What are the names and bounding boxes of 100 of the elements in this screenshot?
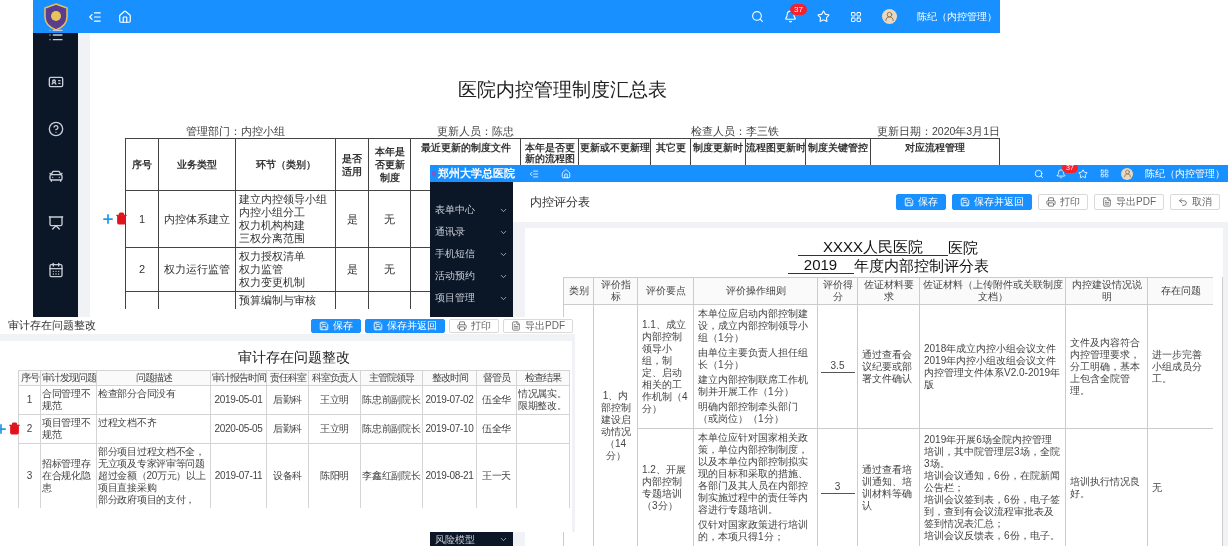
trash-icon[interactable] <box>8 422 21 435</box>
cell-text: 2019年内控小组改组会议文件 <box>924 354 1057 367</box>
table-cell: 2019-08-21 <box>422 443 476 508</box>
page-title: 内控评分表 <box>530 193 590 211</box>
search-icon[interactable] <box>1034 168 1044 179</box>
save-icon <box>319 320 329 331</box>
table-cell: 通过查看会议纪要或部署文件确认 <box>857 304 919 428</box>
table-cell: 王一天 <box>476 443 516 508</box>
empty-cell <box>368 291 410 309</box>
chevron-icon <box>499 535 508 544</box>
table-cell: 2019-07-11 <box>210 443 266 508</box>
menu-item[interactable]: 手机短信 <box>435 243 508 265</box>
toolbar-button[interactable]: 导出PDF <box>503 318 573 333</box>
toolbar-button[interactable]: 导出PDF <box>1094 194 1164 210</box>
score-field[interactable]: 3 <box>820 481 855 494</box>
grid-icon[interactable] <box>850 10 862 23</box>
menu-item[interactable]: 风险模型 <box>435 533 508 546</box>
table-cell: 王立明 <box>308 414 360 443</box>
column-header: 序号 <box>125 138 158 190</box>
column-header: 业务类型 <box>158 138 235 190</box>
table-cell: 无 <box>368 190 410 247</box>
car-icon[interactable] <box>47 168 64 184</box>
cell-text: 培训会议通知，6份，在院新闻公告栏； <box>924 469 1061 494</box>
table-cell: 通过查看培训通知、培训材料等确认 <box>857 428 919 546</box>
cell-text: 权力监管 <box>239 263 283 276</box>
cell-text: 检查部分合同没有 <box>98 388 176 400</box>
column-header: 检查结果 <box>516 370 570 385</box>
column-header: 环节（类别） <box>235 138 335 190</box>
toolbar-button[interactable]: 打印 <box>1038 194 1088 210</box>
column-header: 评价指标 <box>593 277 637 304</box>
table-cell: 设备科 <box>266 443 308 508</box>
menu-item[interactable]: 活动预约 <box>435 265 508 287</box>
table-cell: 是 <box>335 190 368 247</box>
table-cell: 后勤科 <box>266 385 308 414</box>
cell-text: 权力授权清单 <box>239 250 305 263</box>
table-cell: 1.1、成立内部控制领导小组，制定、启动相关的工作机制（4分） <box>637 304 693 428</box>
table-cell: 1 <box>18 385 40 414</box>
table-cell: 2019-07-10 <box>422 414 476 443</box>
table-cell: 后勤科 <box>266 414 308 443</box>
table-cell: 权力运行监管 <box>158 247 235 291</box>
year-field: 2019 <box>787 256 854 274</box>
cell-text: 部分项目过程文档不全，无立项及专家评审等问题 <box>98 446 206 470</box>
save-icon <box>960 197 970 207</box>
table-cell: 伍全华 <box>476 385 516 414</box>
table-cell: 2019-07-02 <box>422 385 476 414</box>
avatar[interactable] <box>1121 167 1133 180</box>
table-cell: 陈忠前副院长 <box>360 414 422 443</box>
presentation-icon[interactable] <box>47 215 64 231</box>
cell-text: 建立内部控制联席工作机制并开展工作（1分） <box>698 374 809 398</box>
grid-icon[interactable] <box>1100 169 1109 178</box>
column-header: 责任科室 <box>266 370 308 385</box>
cell-text: 权力变更机制 <box>239 276 305 289</box>
cell-text: 由单位主要负责人担任组长（1分） <box>698 347 809 371</box>
notification-badge: 37 <box>790 4 807 15</box>
list-icon[interactable] <box>47 27 64 43</box>
column-header: 类别 <box>563 277 593 304</box>
printer-icon <box>457 320 467 331</box>
page-title: 审计存在问题整改 <box>8 318 96 333</box>
table-cell: 是 <box>335 247 368 291</box>
column-header: 整改时间 <box>422 370 476 385</box>
help-icon[interactable] <box>47 121 64 137</box>
search-icon[interactable] <box>751 10 764 23</box>
menu-item[interactable]: 通讯录 <box>435 221 508 243</box>
menu-item[interactable]: 项目管理 <box>435 287 508 309</box>
save-icon <box>904 197 914 207</box>
column-header: 存在问题 <box>1147 277 1213 304</box>
cell-text: 内控小组分工 <box>239 206 305 219</box>
bell-icon[interactable] <box>784 10 797 23</box>
calendar-icon[interactable] <box>47 262 64 278</box>
cell-text: 明确内部控制牵头部门（或岗位）（1分） <box>698 401 799 425</box>
table-cell: 项目管理不规范 <box>40 414 96 443</box>
table-cell: 李鑫红副院长 <box>360 443 422 508</box>
toolbar-button[interactable]: 取消 <box>1170 194 1220 210</box>
column-header: 督管员 <box>476 370 516 385</box>
column-header: 审计报告时间 <box>210 370 266 385</box>
table-cell: 2019-05-01 <box>210 385 266 414</box>
cell-text: 预算编制与审核 <box>239 294 316 307</box>
star-icon[interactable] <box>1078 168 1088 179</box>
home-icon[interactable] <box>561 168 571 179</box>
table-cell: 进一步完善小组成员分工。 <box>1147 304 1213 428</box>
id-card-icon[interactable] <box>47 74 64 90</box>
avatar[interactable] <box>882 9 897 24</box>
trash-icon[interactable] <box>115 212 128 225</box>
cell-text: 2019年开展6场全院内控管理培训，其中院管理层3场，全院3场。 <box>924 433 1061 470</box>
column-header: 佐证材料（上传附件或关联制度文档） <box>919 277 1065 304</box>
bell-icon[interactable] <box>1056 168 1066 179</box>
menu-icon[interactable] <box>529 168 539 179</box>
table-cell: 伍全华 <box>476 414 516 443</box>
menu-item[interactable]: 表单中心 <box>435 199 508 221</box>
empty-cell <box>125 291 158 309</box>
cell-text: 建立内控领导小组 <box>239 193 327 206</box>
home-icon[interactable] <box>118 9 132 24</box>
table-cell: 陈忠前副院长 <box>360 385 422 414</box>
score-field[interactable]: 3.5 <box>820 360 855 373</box>
toolbar-button[interactable]: 打印 <box>449 318 499 333</box>
table-cell: 无 <box>1147 428 1213 546</box>
menu-icon[interactable] <box>88 9 102 24</box>
star-icon[interactable] <box>817 10 830 23</box>
meta-text: 更新人员：陈忠 <box>436 125 514 138</box>
printer-icon <box>1046 197 1056 207</box>
